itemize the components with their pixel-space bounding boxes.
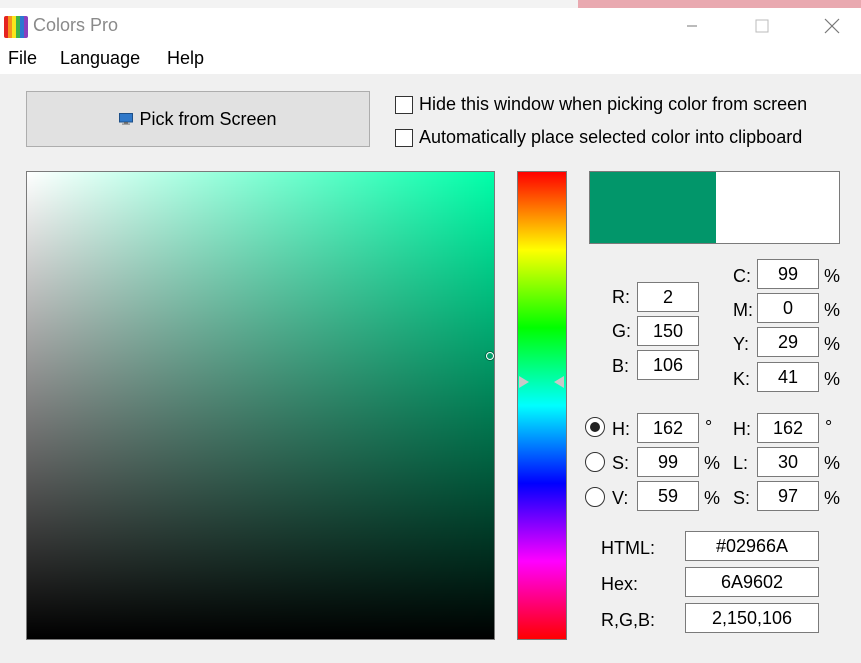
- cmyk-unit-k: %: [824, 369, 841, 389]
- hsl-label-l: L:: [733, 453, 749, 473]
- saturation-value-picker[interactable]: [26, 171, 495, 640]
- menu-file[interactable]: File: [8, 48, 37, 69]
- cmyk-k-field[interactable]: 41: [757, 362, 819, 392]
- rgb-b-field[interactable]: 106: [637, 350, 699, 380]
- hsl-unit-s: %: [824, 488, 841, 508]
- hsv-v-radio[interactable]: [585, 487, 605, 507]
- hsv-label-s: S:: [612, 453, 630, 473]
- hsv-s-radio[interactable]: [585, 452, 605, 472]
- cmyk-m-field[interactable]: 0: [757, 293, 819, 323]
- hide-window-option[interactable]: Hide this window when picking color from…: [395, 94, 807, 115]
- hex-code-field[interactable]: 6A9602: [685, 567, 819, 597]
- hue-pointer-right-icon[interactable]: [554, 376, 564, 389]
- cmyk-label-y: Y:: [733, 334, 750, 354]
- hsl-unit-h: °: [825, 417, 833, 437]
- monitor-icon: [119, 113, 134, 125]
- code-label-hex: Hex:: [601, 574, 639, 594]
- cmyk-label-c: C:: [733, 266, 751, 286]
- rgb-r-field[interactable]: 2: [637, 282, 699, 312]
- rgb-code-field[interactable]: 2,150,106: [685, 603, 819, 633]
- close-button[interactable]: [809, 8, 855, 44]
- clipboard-option[interactable]: Automatically place selected color into …: [395, 127, 802, 148]
- title-bar[interactable]: Colors Pro: [0, 8, 861, 44]
- hsv-s-field[interactable]: 99: [637, 447, 699, 477]
- hsv-unit-h: °: [705, 417, 713, 437]
- preview-current-color: [590, 172, 716, 243]
- rgb-label-b: B:: [612, 356, 630, 376]
- window-title: Colors Pro: [33, 15, 119, 35]
- hsv-unit-s: %: [704, 453, 721, 473]
- minimize-button[interactable]: [669, 8, 715, 44]
- hsl-unit-l: %: [824, 453, 841, 473]
- hsv-v-field[interactable]: 59: [637, 481, 699, 511]
- cmyk-unit-y: %: [824, 334, 841, 354]
- hsl-h-field[interactable]: 162: [757, 413, 819, 443]
- cmyk-c-field[interactable]: 99: [757, 259, 819, 289]
- hsv-label-v: V:: [612, 488, 629, 508]
- sv-black-layer: [27, 172, 494, 639]
- cmyk-unit-m: %: [824, 300, 841, 320]
- cmyk-y-field[interactable]: 29: [757, 327, 819, 357]
- clipboard-label: Automatically place selected color into …: [419, 127, 803, 147]
- maximize-button[interactable]: [739, 8, 785, 44]
- menu-bar: File Language Help: [0, 44, 861, 74]
- rgb-g-field[interactable]: 150: [637, 316, 699, 346]
- hsv-label-h: H:: [612, 419, 630, 439]
- rgb-label-g: G:: [612, 321, 632, 341]
- hsv-h-field[interactable]: 162: [637, 413, 699, 443]
- hsv-unit-v: %: [704, 488, 721, 508]
- hue-pointer-left-icon[interactable]: [519, 376, 529, 389]
- clipboard-checkbox[interactable]: [395, 128, 413, 147]
- cmyk-label-k: K:: [733, 369, 751, 389]
- hide-window-label: Hide this window when picking color from…: [419, 94, 808, 114]
- hsl-label-s: S:: [733, 488, 751, 508]
- hsv-h-radio[interactable]: [585, 417, 605, 437]
- hsl-label-h: H:: [733, 419, 751, 439]
- rgb-label-r: R:: [612, 287, 630, 307]
- background-strip-pink: [578, 0, 861, 8]
- cmyk-label-m: M:: [733, 300, 753, 320]
- hsl-l-field[interactable]: 30: [757, 447, 819, 477]
- maximize-icon: [755, 19, 769, 33]
- close-icon: [824, 18, 840, 34]
- hsl-s-field[interactable]: 97: [757, 481, 819, 511]
- code-label-html: HTML:: [601, 538, 655, 558]
- cmyk-unit-c: %: [824, 266, 841, 286]
- pick-button-label: Pick from Screen: [139, 108, 277, 129]
- hide-window-checkbox[interactable]: [395, 95, 413, 114]
- menu-help[interactable]: Help: [167, 48, 204, 69]
- app-icon: [4, 16, 28, 38]
- html-code-field[interactable]: #02966A: [685, 531, 819, 561]
- minimize-icon: [687, 25, 697, 27]
- pick-from-screen-button[interactable]: Pick from Screen: [26, 91, 370, 147]
- color-preview: [589, 171, 840, 244]
- preview-previous-color: [716, 172, 839, 243]
- code-label-rgb: R,G,B:: [601, 610, 656, 630]
- hue-slider[interactable]: [517, 171, 567, 640]
- menu-language[interactable]: Language: [60, 48, 140, 69]
